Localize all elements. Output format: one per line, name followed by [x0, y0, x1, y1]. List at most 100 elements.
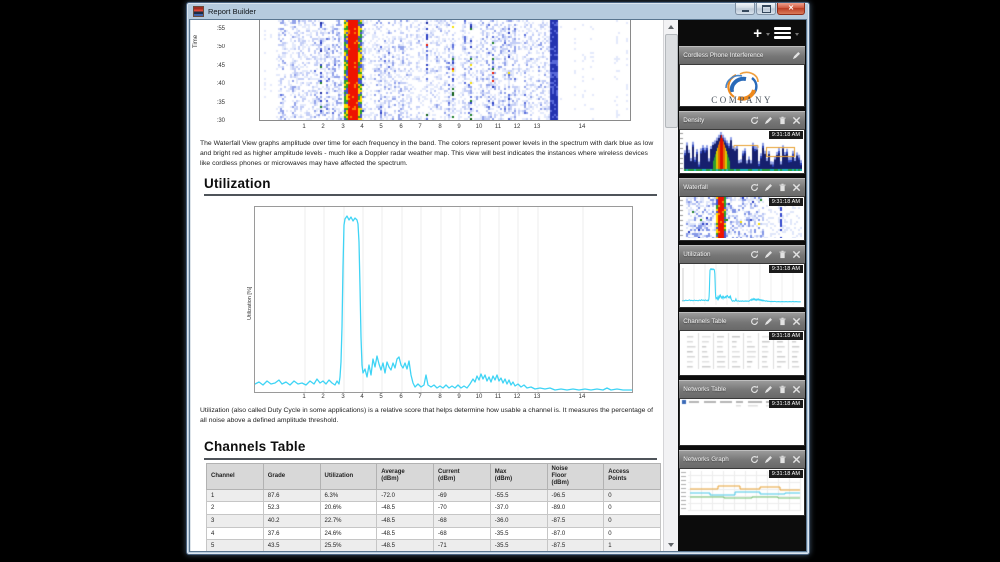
table-header-cell: Current(dBm)	[434, 464, 491, 490]
close-icon[interactable]	[792, 183, 801, 192]
close-icon[interactable]	[792, 116, 801, 125]
table-header-cell: AccessPoints	[604, 464, 661, 490]
waterfall-x-tick: 11	[493, 124, 503, 130]
panel-thumb-waterfall[interactable]: 9:31:18 AM	[679, 197, 805, 241]
report-scrollbar[interactable]	[663, 20, 678, 551]
refresh-icon[interactable]	[750, 455, 759, 464]
panel-networks-graph: Networks Graph9:31:18 AM	[679, 450, 805, 516]
table-cell: 24.6%	[320, 527, 377, 540]
table-header-cell: Max(dBm)	[490, 464, 547, 490]
timestamp-badge: 9:31:18 AM	[769, 198, 803, 206]
edit-icon[interactable]	[764, 317, 773, 326]
table-row: 340.222.7%-48.5-68-36.0-87.50	[207, 515, 661, 528]
panel-header-waterfall[interactable]: Waterfall	[679, 178, 805, 197]
panel-thumb-cordless-phone-interference[interactable]: COMPANY	[679, 65, 805, 107]
edit-icon[interactable]	[764, 116, 773, 125]
report-builder-window: Report Builder ✕ Time The Waterfall View…	[186, 2, 810, 555]
report-preview-page[interactable]: Time The Waterfall View graphs amplitude…	[190, 20, 663, 551]
scroll-down-arrow[interactable]	[664, 538, 678, 551]
refresh-icon[interactable]	[750, 317, 759, 326]
table-cell: -87.5	[547, 515, 604, 528]
trash-icon[interactable]	[778, 116, 787, 125]
panel-header-cordless-phone-interference[interactable]: Cordless Phone Interference	[679, 46, 805, 65]
waterfall-x-tick: 5	[376, 124, 386, 130]
waterfall-caption: The Waterfall View graphs amplitude over…	[200, 139, 658, 170]
table-cell: 0	[604, 502, 661, 515]
edit-icon[interactable]	[764, 250, 773, 259]
close-icon[interactable]	[792, 250, 801, 259]
utilization-chart	[254, 206, 633, 393]
edit-icon[interactable]	[764, 385, 773, 394]
table-cell: -35.5	[490, 527, 547, 540]
refresh-icon[interactable]	[750, 385, 759, 394]
table-header-cell: Utilization	[320, 464, 377, 490]
table-cell: 40.2	[263, 515, 320, 528]
hamburger-menu-icon[interactable]	[774, 27, 791, 39]
table-cell: 0	[604, 515, 661, 528]
table-cell: 0	[604, 489, 661, 502]
waterfall-y-tick: :55	[209, 26, 225, 32]
report-elements-sidebar: + Cordless Phone InterferenceCOMPANYDens…	[678, 20, 806, 551]
channels-table: ChannelGradeUtilizationAverage(dBm)Curre…	[206, 463, 661, 551]
maximize-button[interactable]	[756, 3, 776, 15]
table-cell: -89.0	[547, 502, 604, 515]
trash-icon[interactable]	[778, 385, 787, 394]
panel-waterfall: Waterfall9:31:18 AM	[679, 178, 805, 241]
table-cell: 1	[207, 489, 264, 502]
scrollbar-thumb[interactable]	[665, 34, 678, 128]
close-icon[interactable]	[792, 317, 801, 326]
panel-header-channels-table[interactable]: Channels Table	[679, 312, 805, 331]
panel-title: Cordless Phone Interference	[683, 52, 792, 59]
panel-thumb-density[interactable]: 9:31:18 AM	[679, 130, 805, 174]
close-icon[interactable]	[792, 385, 801, 394]
refresh-icon[interactable]	[750, 183, 759, 192]
minimize-button[interactable]	[735, 3, 755, 15]
panel-cordless-phone-interference: Cordless Phone Interference COMPANY	[679, 46, 805, 107]
table-cell: -71	[434, 540, 491, 551]
panel-header-networks-graph[interactable]: Networks Graph	[679, 450, 805, 469]
edit-icon[interactable]	[764, 455, 773, 464]
edit-icon[interactable]	[764, 183, 773, 192]
table-cell: 4	[207, 527, 264, 540]
panel-thumb-channels-table[interactable]: 9:31:18 AM	[679, 331, 805, 376]
scroll-up-arrow[interactable]	[664, 20, 678, 33]
edit-icon[interactable]	[792, 51, 801, 60]
add-element-button[interactable]: +	[753, 26, 762, 41]
trash-icon[interactable]	[778, 317, 787, 326]
panel-header-density[interactable]: Density	[679, 111, 805, 130]
waterfall-x-tick: 13	[532, 124, 542, 130]
table-row: 187.66.3%-72.0-69-55.5-96.50	[207, 489, 661, 502]
waterfall-x-tick: 3	[338, 124, 348, 130]
waterfall-x-tick: 14	[577, 124, 587, 130]
utilization-x-tick: 7	[415, 394, 425, 400]
window-title: Report Builder	[208, 7, 256, 16]
panel-header-networks-table[interactable]: Networks Table	[679, 380, 805, 399]
trash-icon[interactable]	[778, 455, 787, 464]
add-caret-icon[interactable]	[766, 33, 770, 36]
panel-thumb-networks-graph[interactable]: 9:31:18 AM	[679, 469, 805, 516]
table-cell: -87.0	[547, 527, 604, 540]
trash-icon[interactable]	[778, 250, 787, 259]
menu-caret-icon[interactable]	[795, 33, 799, 36]
refresh-icon[interactable]	[750, 250, 759, 259]
panel-header-utilization[interactable]: Utilization	[679, 245, 805, 264]
panel-thumb-utilization[interactable]: 9:31:18 AM	[679, 264, 805, 308]
table-cell: -96.5	[547, 489, 604, 502]
panel-utilization: Utilization9:31:18 AM	[679, 245, 805, 308]
waterfall-y-tick: :30	[209, 118, 225, 124]
panel-density: Density9:31:18 AM	[679, 111, 805, 174]
table-cell: -70	[434, 502, 491, 515]
utilization-x-tick: 10	[474, 394, 484, 400]
trash-icon[interactable]	[778, 183, 787, 192]
titlebar[interactable]: Report Builder ✕	[187, 3, 809, 18]
table-cell: -72.0	[377, 489, 434, 502]
utilization-x-tick: 1	[299, 394, 309, 400]
close-button[interactable]: ✕	[777, 3, 805, 15]
refresh-icon[interactable]	[750, 116, 759, 125]
utilization-x-tick: 3	[338, 394, 348, 400]
waterfall-y-tick: :35	[209, 100, 225, 106]
close-icon[interactable]	[792, 455, 801, 464]
panel-thumb-networks-table[interactable]: 9:31:18 AM	[679, 399, 805, 446]
waterfall-y-tick: :40	[209, 81, 225, 87]
utilization-x-tick: 14	[577, 394, 587, 400]
